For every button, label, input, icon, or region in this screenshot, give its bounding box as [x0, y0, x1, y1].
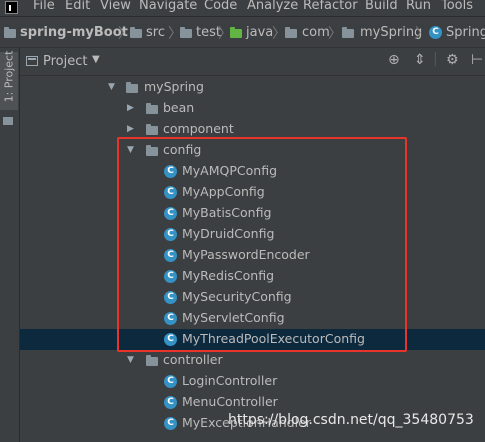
tree-node-label: mySpring	[144, 79, 204, 94]
class-icon: C	[164, 165, 177, 178]
chevron-down-icon[interactable]: ▼	[92, 54, 100, 65]
breadcrumb-separator-icon: 〉	[415, 26, 429, 42]
tree-node-label: bean	[163, 100, 195, 115]
hide-panel-icon[interactable]: ⊢	[471, 52, 483, 68]
menu-refactor[interactable]: Refactor	[303, 0, 358, 13]
breadcrumb-src[interactable]: src	[146, 25, 165, 40]
module-folder-icon	[4, 27, 16, 38]
tree-node-label: MyPasswordEncoder	[182, 247, 310, 262]
tree-node-controller[interactable]: ▼ controller	[20, 350, 485, 371]
breadcrumb-project[interactable]: spring-myBoot	[20, 25, 128, 40]
menu-code[interactable]: Code	[204, 0, 237, 13]
tree-node-bean[interactable]: ▶ bean	[20, 98, 485, 119]
breadcrumb-spring[interactable]: Spring	[446, 25, 485, 40]
tree-node-label: MySecurityConfig	[182, 289, 292, 304]
expanded-arrow-icon[interactable]: ▼	[127, 145, 134, 155]
package-folder-icon	[342, 27, 354, 38]
collapsed-arrow-icon[interactable]: ▶	[127, 103, 134, 113]
package-folder-icon	[146, 124, 158, 135]
tree-node-class[interactable]: C MyRedisConfig	[20, 266, 485, 287]
menu-edit[interactable]: Edit	[65, 0, 90, 13]
menu-build[interactable]: Build	[365, 0, 398, 13]
project-tree: ▼ mySpring ▶ bean ▶ component ▼ config C…	[20, 76, 485, 442]
package-folder-icon	[146, 145, 158, 156]
menu-navigate[interactable]: Navigate	[139, 0, 197, 13]
project-toolwindow-header: Project ▼ ⊕ ⇕ | ⚙ ⊢	[20, 48, 485, 76]
class-icon: C	[164, 375, 177, 388]
class-icon: C	[164, 270, 177, 283]
expanded-arrow-icon[interactable]: ▼	[108, 82, 115, 92]
tree-node-class[interactable]: C LoginController	[20, 371, 485, 392]
tree-node-class[interactable]: C MySecurityConfig	[20, 287, 485, 308]
tree-node-label: LoginController	[182, 373, 278, 388]
project-tool-tab-label: 1: Project	[2, 50, 16, 103]
class-icon: C	[164, 396, 177, 409]
tree-node-label: component	[163, 121, 234, 136]
tree-node-label: config	[163, 142, 202, 157]
project-view-selector[interactable]: Project	[43, 54, 87, 69]
class-icon: C	[164, 291, 177, 304]
expanded-arrow-icon[interactable]: ▼	[127, 355, 134, 365]
tree-node-label: MenuController	[182, 394, 278, 409]
package-folder-icon	[146, 103, 158, 114]
tree-node-class[interactable]: C MyDruidConfig	[20, 224, 485, 245]
tree-node-label: MyAMQPConfig	[182, 163, 278, 178]
tree-node-label: MyServletConfig	[182, 310, 285, 325]
test-source-folder-icon	[230, 27, 242, 38]
structure-tool-icon[interactable]	[3, 117, 13, 125]
menu-analyze[interactable]: Analyze	[247, 0, 298, 13]
breadcrumb-com[interactable]: com	[302, 25, 330, 40]
toolbar-divider: |	[433, 51, 438, 67]
watermark-text: https://blog.csdn.net/qq_35480753	[228, 412, 474, 428]
tree-node-label: controller	[163, 352, 223, 367]
tree-node-label: MyDruidConfig	[182, 226, 275, 241]
class-icon: C	[164, 186, 177, 199]
breadcrumb-separator-icon: 〉	[272, 26, 286, 42]
class-icon: C	[164, 312, 177, 325]
package-folder-icon	[126, 82, 138, 93]
class-icon: C	[164, 228, 177, 241]
locate-target-icon[interactable]: ⊕	[388, 52, 400, 68]
menu-tools[interactable]: Tools	[441, 0, 473, 13]
menu-view[interactable]: View	[100, 0, 131, 13]
breadcrumb-separator-icon: 〉	[328, 26, 342, 42]
class-icon: C	[164, 207, 177, 220]
class-icon: C	[429, 26, 442, 39]
package-folder-icon	[285, 27, 297, 38]
folder-icon	[180, 27, 192, 38]
tree-node-class[interactable]: C MyAppConfig	[20, 182, 485, 203]
tree-node-config[interactable]: ▼ config	[20, 140, 485, 161]
breadcrumb: spring-myBoot 〉 src 〉 test 〉 java 〉 com …	[0, 16, 485, 48]
class-icon: C	[164, 417, 177, 430]
tree-node-class-selected[interactable]: C MyThreadPoolExecutorConfig	[20, 329, 485, 350]
tree-node-class[interactable]: C MyBatisConfig	[20, 203, 485, 224]
tree-node-label: MyRedisConfig	[182, 268, 275, 283]
breadcrumb-myspring[interactable]: mySpring	[360, 25, 422, 40]
menu-run[interactable]: Run	[406, 0, 431, 13]
folder-icon	[130, 27, 142, 38]
tree-node-class[interactable]: C MenuController	[20, 392, 485, 413]
collapse-all-icon[interactable]: ⇕	[414, 52, 426, 68]
tree-node-class[interactable]: C MyPasswordEncoder	[20, 245, 485, 266]
tree-node-label: MyThreadPoolExecutorConfig	[182, 331, 365, 346]
class-icon: C	[164, 333, 177, 346]
menu-file[interactable]: File	[33, 0, 55, 13]
collapsed-arrow-icon[interactable]: ▶	[127, 124, 134, 134]
project-view-icon	[26, 56, 38, 66]
tree-node-label: MyAppConfig	[182, 184, 265, 199]
tree-node-class[interactable]: C MyAMQPConfig	[20, 161, 485, 182]
tree-node-class[interactable]: C MyServletConfig	[20, 308, 485, 329]
tree-node-label: MyBatisConfig	[182, 205, 272, 220]
menu-bar: File Edit View Navigate Code Analyze Ref…	[0, 0, 485, 16]
tree-node-component[interactable]: ▶ component	[20, 119, 485, 140]
class-icon: C	[164, 249, 177, 262]
package-folder-icon	[146, 355, 158, 366]
intellij-logo-icon	[5, 1, 18, 14]
tree-node-myspring[interactable]: ▼ mySpring	[20, 77, 485, 98]
breadcrumb-java[interactable]: java	[246, 25, 273, 40]
gear-icon[interactable]: ⚙	[446, 52, 459, 68]
